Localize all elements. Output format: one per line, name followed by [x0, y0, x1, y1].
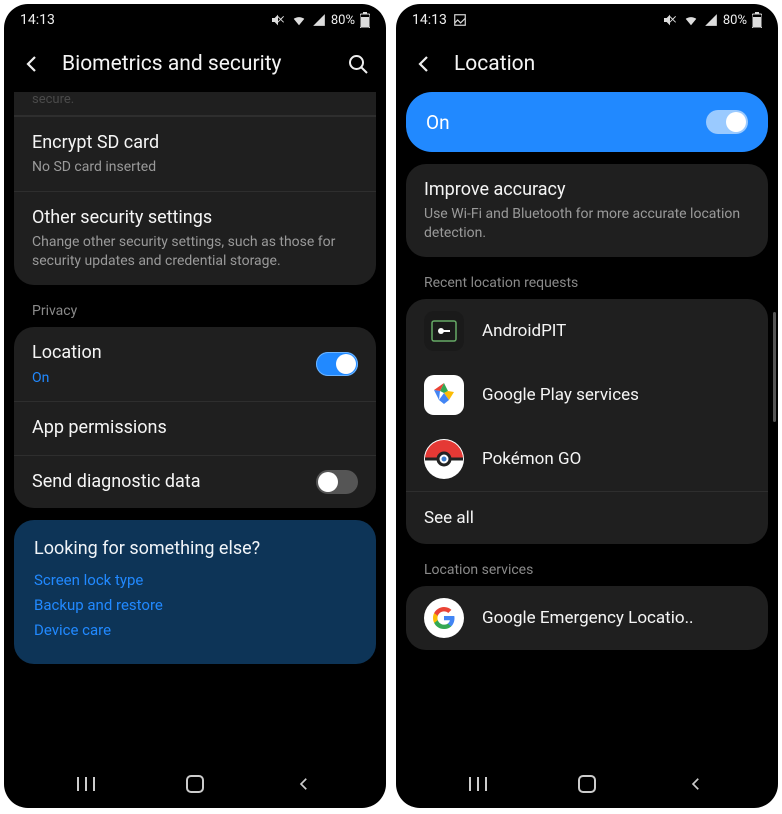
app-row-androidpit[interactable]: AndroidPIT [406, 299, 768, 363]
google-icon [424, 598, 464, 638]
nav-back[interactable] [684, 772, 708, 796]
battery-percent: 80% [723, 13, 747, 28]
master-toggle-switch[interactable] [706, 110, 748, 134]
section-privacy: Privacy [14, 297, 376, 321]
row-title: Encrypt SD card [32, 131, 358, 155]
row-location[interactable]: Location On [14, 327, 376, 401]
signal-icon [704, 13, 718, 27]
row-google-emergency[interactable]: Google Emergency Locatio.. [406, 586, 768, 650]
page-title: Location [454, 52, 762, 76]
looking-title: Looking for something else? [34, 538, 356, 559]
battery-icon [752, 12, 762, 28]
status-time: 14:13 [412, 12, 447, 28]
see-all-button[interactable]: See all [406, 491, 768, 544]
row-title: Location [32, 341, 304, 365]
row-sub: Change other security settings, such as … [32, 233, 358, 271]
back-button[interactable] [20, 52, 44, 76]
location-services-card: Google Emergency Locatio.. [406, 586, 768, 650]
app-name: Google Play services [482, 385, 639, 405]
phone-left: 14:13 80% Biometrics and security secure… [4, 4, 386, 808]
improve-accuracy-card: Improve accuracy Use Wi-Fi and Bluetooth… [406, 164, 768, 257]
pokemon-go-icon [424, 439, 464, 479]
nav-home[interactable] [183, 772, 207, 796]
search-icon [346, 52, 370, 76]
security-card: secure. Encrypt SD card No SD card inser… [14, 92, 376, 285]
screenshot-icon [453, 13, 467, 27]
signal-icon [312, 13, 326, 27]
back-button[interactable] [412, 52, 436, 76]
truncated-text: secure. [14, 92, 376, 116]
nav-back[interactable] [292, 772, 316, 796]
wifi-icon [683, 13, 699, 27]
nav-home[interactable] [575, 772, 599, 796]
phone-right: 14:13 80% Location On Improve accuracy U… [396, 4, 778, 808]
link-screen-lock[interactable]: Screen lock type [34, 571, 356, 589]
toggle-label: On [426, 111, 450, 134]
wifi-icon [291, 13, 307, 27]
master-location-toggle[interactable]: On [406, 92, 768, 152]
play-services-icon [424, 375, 464, 415]
page-title: Biometrics and security [62, 52, 328, 76]
row-title: Send diagnostic data [32, 470, 304, 494]
nav-recents[interactable] [74, 772, 98, 796]
search-button[interactable] [346, 52, 370, 76]
row-sub: No SD card inserted [32, 158, 358, 177]
recent-requests-card: AndroidPIT Google Play services Pokémon … [406, 299, 768, 544]
androidpit-icon [424, 311, 464, 351]
row-sub: Use Wi-Fi and Bluetooth for more accurat… [424, 205, 750, 243]
nav-recents[interactable] [466, 772, 490, 796]
app-name: Pokémon GO [482, 449, 581, 469]
row-sub: On [32, 369, 304, 388]
privacy-card: Location On App permissions Send diagnos… [14, 327, 376, 508]
link-backup-restore[interactable]: Backup and restore [34, 596, 356, 614]
app-name: AndroidPIT [482, 321, 566, 341]
app-row-play-services[interactable]: Google Play services [406, 363, 768, 427]
row-app-permissions[interactable]: App permissions [14, 401, 376, 454]
row-improve-accuracy[interactable]: Improve accuracy Use Wi-Fi and Bluetooth… [406, 164, 768, 257]
header: Biometrics and security [4, 36, 386, 92]
status-bar: 14:13 80% [4, 4, 386, 36]
scrollbar[interactable] [773, 312, 776, 422]
mute-icon [662, 12, 678, 28]
section-recent: Recent location requests [406, 269, 768, 293]
app-row-pokemon-go[interactable]: Pokémon GO [406, 427, 768, 491]
row-other-security[interactable]: Other security settings Change other sec… [14, 191, 376, 285]
mute-icon [270, 12, 286, 28]
row-title: Improve accuracy [424, 178, 750, 202]
row-title: Other security settings [32, 206, 358, 230]
status-bar: 14:13 80% [396, 4, 778, 36]
link-device-care[interactable]: Device care [34, 621, 356, 639]
nav-bar [4, 760, 386, 808]
section-services: Location services [406, 556, 768, 580]
row-encrypt-sd[interactable]: Encrypt SD card No SD card inserted [14, 116, 376, 191]
battery-percent: 80% [331, 13, 355, 28]
battery-icon [360, 12, 370, 28]
row-send-diagnostic[interactable]: Send diagnostic data [14, 455, 376, 508]
status-time: 14:13 [20, 12, 55, 28]
row-title: App permissions [32, 416, 358, 440]
location-toggle[interactable] [316, 352, 358, 376]
looking-for-card: Looking for something else? Screen lock … [14, 520, 376, 664]
nav-bar [396, 760, 778, 808]
diagnostic-toggle[interactable] [316, 470, 358, 494]
header: Location [396, 36, 778, 92]
service-name: Google Emergency Locatio.. [482, 608, 694, 628]
